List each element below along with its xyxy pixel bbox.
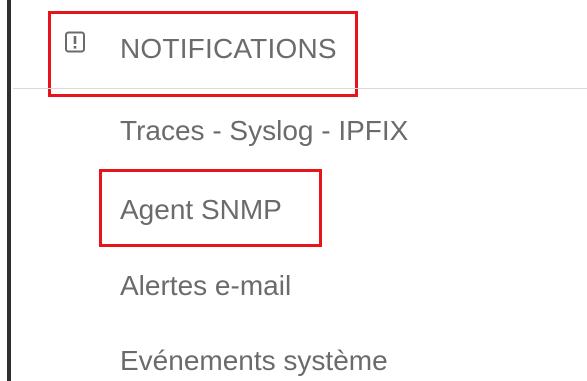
menu-item-evenements-systeme[interactable]: Evénements système [120,343,388,379]
notifications-menu-panel: NOTIFICATIONS Traces - Syslog - IPFIX Ag… [0,0,587,381]
notifications-section-title[interactable]: NOTIFICATIONS [120,31,337,67]
notification-alert-icon [63,30,87,54]
menu-item-alertes-email[interactable]: Alertes e-mail [120,268,291,304]
left-rail [7,0,11,381]
section-divider [13,88,587,89]
menu-item-agent-snmp[interactable]: Agent SNMP [120,192,282,228]
menu-item-traces-syslog-ipfix[interactable]: Traces - Syslog - IPFIX [120,113,408,149]
